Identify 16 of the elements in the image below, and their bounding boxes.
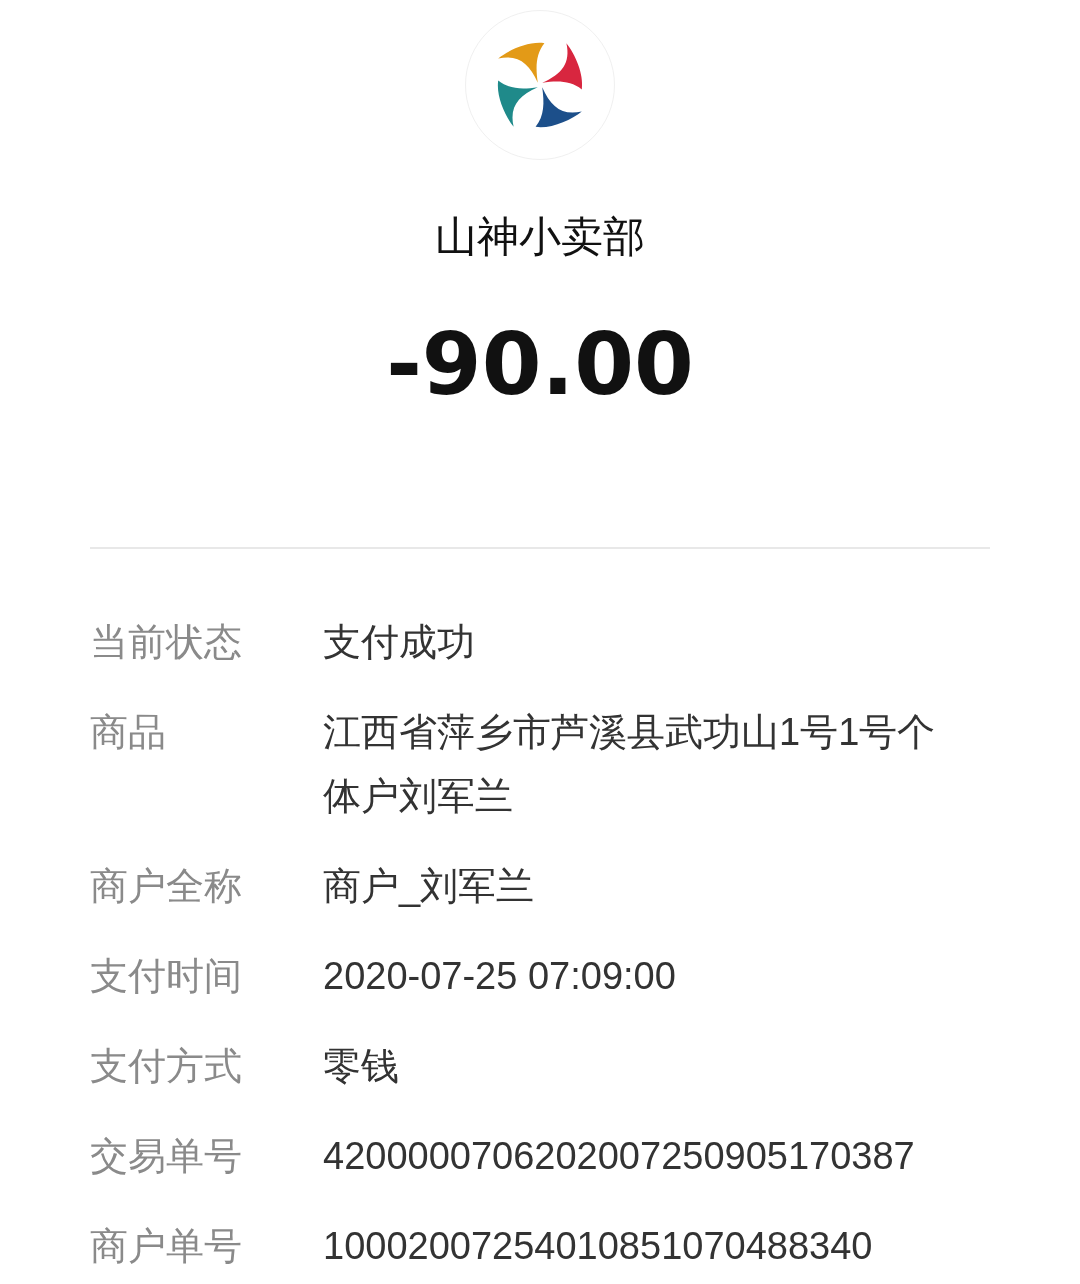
merchant-name: 山神小卖部: [435, 212, 645, 262]
detail-label: 商品: [90, 710, 167, 755]
detail-label: 商户全称: [90, 864, 243, 909]
detail-value: 零钱: [323, 1044, 400, 1089]
detail-value: 江西省萍乡市芦溪县武功山1号1号个体户刘军兰: [323, 710, 937, 819]
detail-value: 4200000706202007250905170387: [323, 1134, 916, 1179]
payment-amount: -90.00: [386, 314, 694, 414]
detail-label: 当前状态: [90, 620, 243, 665]
detail-label: 支付方式: [90, 1044, 243, 1089]
detail-value: 商户_刘军兰: [323, 864, 536, 909]
detail-value: 2020-07-25 07:09:00: [323, 954, 677, 999]
detail-value: 10002007254010851070488340: [323, 1224, 874, 1269]
detail-label: 交易单号: [90, 1134, 243, 1179]
detail-value: 支付成功: [323, 620, 476, 665]
detail-label: 支付时间: [90, 954, 243, 999]
detail-label: 商户单号: [90, 1224, 243, 1269]
